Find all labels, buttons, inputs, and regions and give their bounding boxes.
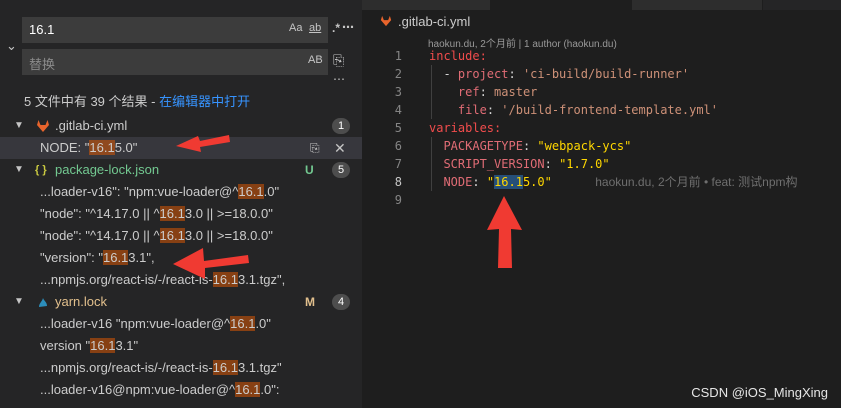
- watermark: CSDN @iOS_MingXing: [691, 385, 828, 400]
- arrow-icon: [173, 248, 249, 279]
- annotation-arrows: [173, 135, 522, 279]
- arrow-icon: [176, 135, 230, 152]
- arrow-icon: [487, 196, 522, 268]
